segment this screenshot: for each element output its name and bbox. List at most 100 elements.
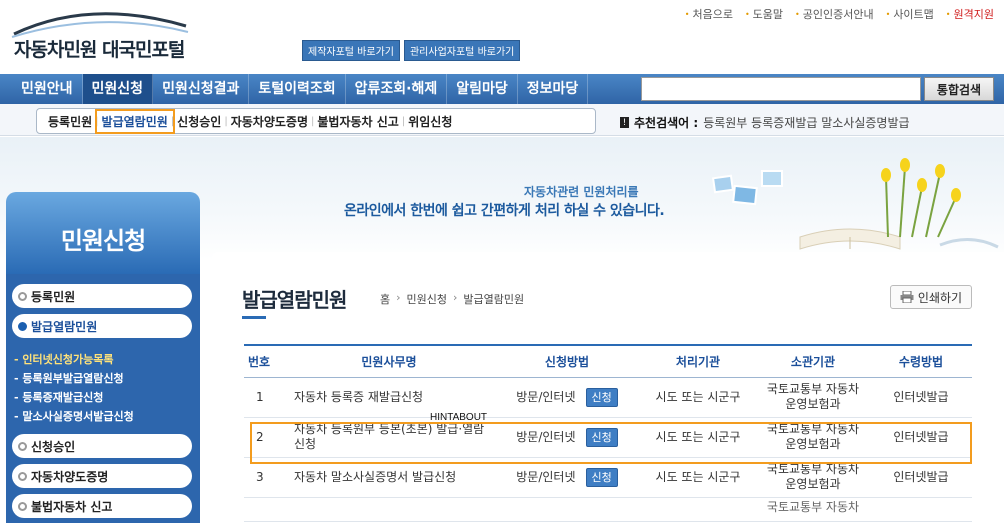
- row-owner-org: 국토교통부 자동차 운영보험과: [756, 417, 870, 458]
- apply-button[interactable]: 신청: [585, 467, 618, 487]
- row-number: 2: [244, 417, 284, 458]
- row-service-name[interactable]: 자동차 말소사실증명서 발급신청: [284, 457, 494, 498]
- row-apply-method: 방문/인터넷 신청: [494, 417, 640, 458]
- chevron-right-icon: ›: [453, 291, 458, 304]
- sidebar: 등록민원발급열람민원 - 인터넷신청가능목록 - 등록원부발급열람신청 - 등록증재발…: [6, 274, 200, 523]
- bullet-icon: [18, 291, 27, 301]
- subnav-item-5[interactable]: 위임신청: [405, 113, 455, 130]
- row-cell: [494, 497, 640, 522]
- utility-links: • 처음으로 • 도움말 • 공인인증서안내 • 사이트맵 • 원격지원: [685, 6, 994, 22]
- print-button[interactable]: 인쇄하기: [890, 285, 972, 309]
- breadcrumb: 홈 › 민원신청 › 발급열람민원: [380, 291, 524, 307]
- bullet-icon: •: [885, 9, 891, 19]
- row-number: 3: [244, 457, 284, 498]
- row-apply-method: 방문/인터넷 신청: [494, 457, 640, 498]
- site-logo[interactable]: 자동차민원 대국민포털: [14, 35, 185, 62]
- util-link-1[interactable]: • 도움말: [745, 6, 783, 22]
- page-title: 발급열람민원: [242, 288, 347, 312]
- col-number: 번호: [244, 344, 284, 378]
- subnav-item-1[interactable]: 발급열람민원: [94, 108, 175, 134]
- util-link-3[interactable]: • 사이트맵: [886, 6, 934, 22]
- breadcrumb-current: 발급열람민원: [463, 293, 525, 306]
- table-row: 국토교통부 자동차: [244, 497, 972, 522]
- util-link-label: 공인인증서안내: [802, 8, 874, 21]
- util-link-4[interactable]: • 원격지원: [946, 6, 994, 22]
- nav-item-2[interactable]: 민원신청결과: [153, 74, 250, 104]
- util-link-0[interactable]: • 처음으로: [685, 6, 733, 22]
- nav-item-1[interactable]: 민원신청: [82, 74, 154, 104]
- row-processing-org: 시도 또는 시군구: [640, 457, 756, 498]
- apply-button[interactable]: 신청: [585, 387, 618, 407]
- banner-line-1: 자동차관련 민원처리를: [524, 185, 639, 199]
- nav-item-0[interactable]: 민원안내: [12, 74, 83, 104]
- bullet-icon: [18, 471, 27, 481]
- row-owner-org: 국토교통부 자동차 운영보험과: [756, 457, 870, 498]
- row-service-name[interactable]: 자동차 등록증 재발급신청: [284, 377, 494, 418]
- sidebar-item-0[interactable]: 등록민원: [12, 284, 192, 308]
- bullet-icon: •: [795, 9, 800, 19]
- sidebar-item-label: 신청승인: [31, 439, 76, 454]
- row-cell: 국토교통부 자동차: [756, 497, 870, 522]
- sidebar-item-label: 불법자동차 신고: [31, 499, 113, 514]
- util-link-label: 처음으로: [692, 8, 733, 21]
- row-receive-method: 인터넷발급: [870, 457, 972, 498]
- col-owner-org: 소관기관: [756, 344, 870, 378]
- row-apply-method: 방문/인터넷 신청: [494, 377, 640, 418]
- row-processing-org: 시도 또는 시군구: [640, 377, 756, 418]
- subnav-item-3[interactable]: 자동차양도증명: [228, 113, 311, 130]
- util-link-label: 원격지원: [953, 8, 994, 21]
- title-underline: [242, 316, 266, 319]
- breadcrumb-home[interactable]: 홈: [380, 291, 390, 307]
- bullet-icon: •: [684, 9, 690, 19]
- nav-item-4[interactable]: 압류조회·해제: [346, 74, 448, 104]
- row-method-text: 방문/인터넷: [516, 389, 576, 404]
- sidebar-header: 민원신청: [6, 192, 200, 274]
- row-receive-method: 인터넷발급: [870, 417, 972, 458]
- search-button[interactable]: 통합검색: [924, 77, 994, 101]
- sidebar-subitem-2[interactable]: - 등록증재발급신청: [14, 388, 192, 407]
- util-link-2[interactable]: • 공인인증서안내: [795, 6, 874, 22]
- sidebar-subitem-3[interactable]: - 말소사실증명서발급신청: [14, 407, 192, 426]
- bullet-icon: •: [744, 9, 750, 19]
- bullet-icon: [18, 321, 27, 331]
- recommended-terms[interactable]: 등록원부 등록증재발급 말소사실증명발급: [703, 114, 909, 131]
- row-cell: [870, 497, 972, 522]
- subnav-item-0[interactable]: 등록민원: [45, 113, 95, 130]
- row-number: 1: [244, 377, 284, 418]
- recommended-label: 추천검색어 :: [634, 116, 699, 130]
- sidebar-subitem-0[interactable]: - 인터넷신청가능목록: [14, 350, 192, 369]
- util-link-label: 도움말: [752, 8, 784, 21]
- row-method-text: 방문/인터넷: [516, 469, 576, 484]
- hint-label: HINTABOUT: [430, 412, 488, 423]
- row-cell: [640, 497, 756, 522]
- main-nav: 민원안내 민원신청 민원신청결과 토털이력조회 압류조회·해제 알림마당 정보마당 통합검색: [0, 74, 1004, 104]
- banner-illustration-icon: [711, 158, 999, 250]
- sidebar-item-label: 발급열람민원: [31, 319, 98, 334]
- row-cell: [284, 497, 494, 522]
- breadcrumb-section[interactable]: 민원신청: [407, 291, 447, 307]
- nav-item-5[interactable]: 알림마당: [447, 74, 518, 104]
- row-service-name[interactable]: 자동차 등록원부 등본(초본) 발급·열람 신청: [284, 417, 494, 458]
- sidebar-item-after-0[interactable]: 신청승인: [12, 434, 192, 458]
- sidebar-item-1[interactable]: 발급열람민원: [12, 314, 192, 338]
- util-link-label: 사이트맵: [893, 8, 934, 21]
- nav-item-3[interactable]: 토털이력조회: [249, 74, 346, 104]
- apply-button[interactable]: 신청: [585, 427, 618, 447]
- nav-item-6[interactable]: 정보마당: [518, 74, 589, 104]
- maker-portal-button[interactable]: 제작자포털 바로가기: [302, 40, 400, 61]
- sub-nav: 등록민원 | 발급열람민원 | 신청승인 | 자동차양도증명 | 불법자동차 신고 | 위임신청 !…: [0, 104, 1004, 136]
- portal-shortcuts: 제작자포털 바로가기 관리사업자포털 바로가기: [302, 40, 521, 61]
- recommended-search: ! 추천검색어 : 등록원부 등록증재발급 말소사실증명발급: [620, 114, 910, 131]
- chevron-right-icon: ›: [396, 291, 401, 304]
- printer-icon: [900, 291, 914, 303]
- manager-portal-button[interactable]: 관리사업자포털 바로가기: [403, 40, 521, 61]
- subnav-item-4[interactable]: 불법자동차 신고: [314, 113, 401, 130]
- row-cell: [244, 497, 284, 522]
- sidebar-item-label: 자동차양도증명: [31, 469, 109, 484]
- subnav-item-2[interactable]: 신청승인: [174, 113, 224, 130]
- sidebar-item-after-2[interactable]: 불법자동차 신고: [12, 494, 192, 518]
- sidebar-item-after-1[interactable]: 자동차양도증명: [12, 464, 192, 488]
- col-apply-method: 신청방법: [494, 344, 640, 378]
- sidebar-subitem-1[interactable]: - 등록원부발급열람신청: [14, 369, 192, 388]
- search-input[interactable]: [641, 77, 921, 101]
